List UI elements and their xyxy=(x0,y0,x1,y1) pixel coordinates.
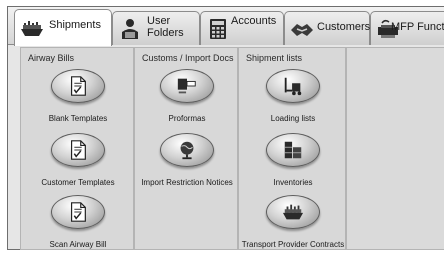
forklift-icon xyxy=(284,77,302,96)
tab-user-folders[interactable]: User Folders xyxy=(112,11,200,45)
user-folder-icon xyxy=(122,19,138,39)
button-label: Transport Provider Contracts xyxy=(241,240,345,249)
panel-shipment-lists: Shipment lists Loading lists Inventories… xyxy=(238,47,346,250)
panel-title: Shipment lists xyxy=(246,53,303,63)
globe-icon xyxy=(180,141,194,160)
button-oval xyxy=(160,133,214,167)
empty-panel xyxy=(346,47,444,250)
ship-icon xyxy=(282,204,304,220)
tab-label: MFP Function xyxy=(391,21,444,33)
panel-title: Airway Bills xyxy=(28,53,75,63)
calculator-icon xyxy=(210,19,226,39)
panel-airway-bills: Airway Bills Blank Templates Customer Te… xyxy=(20,47,134,250)
button-oval xyxy=(51,195,105,229)
tab-label: Accounts xyxy=(231,15,277,27)
button-label: Inventories xyxy=(273,178,313,187)
button-oval xyxy=(51,133,105,167)
boxes-icon xyxy=(284,141,302,159)
tab-mfp-function[interactable]: MFP Function xyxy=(370,11,444,45)
panel-title: Customs / Import Docs xyxy=(142,53,234,63)
panel-customs-import-docs: Customs / Import Docs Proformas Import R… xyxy=(134,47,238,250)
tab-label: User Folders xyxy=(147,15,184,39)
tab-customers[interactable]: Customers xyxy=(284,11,370,45)
stamp-icon xyxy=(177,78,196,94)
button-oval xyxy=(266,69,320,103)
tab-accounts[interactable]: Accounts xyxy=(200,11,284,45)
button-oval xyxy=(266,195,320,229)
button-oval xyxy=(160,69,214,103)
document-check-icon xyxy=(70,202,86,222)
button-oval xyxy=(266,133,320,167)
tab-label: Customers xyxy=(317,21,371,33)
button-label: Loading lists xyxy=(270,114,316,123)
ship-icon xyxy=(21,21,43,36)
document-check-icon xyxy=(70,140,86,160)
tab-bar: Shipments User Folders Accounts Customer… xyxy=(8,7,444,46)
tab-shipments[interactable]: Shipments xyxy=(14,9,112,46)
document-check-icon xyxy=(70,76,86,96)
button-oval xyxy=(51,69,105,103)
tab-label: Shipments xyxy=(49,19,101,31)
handshake-icon xyxy=(291,24,313,36)
button-label: Scan Airway Bill xyxy=(49,240,107,249)
